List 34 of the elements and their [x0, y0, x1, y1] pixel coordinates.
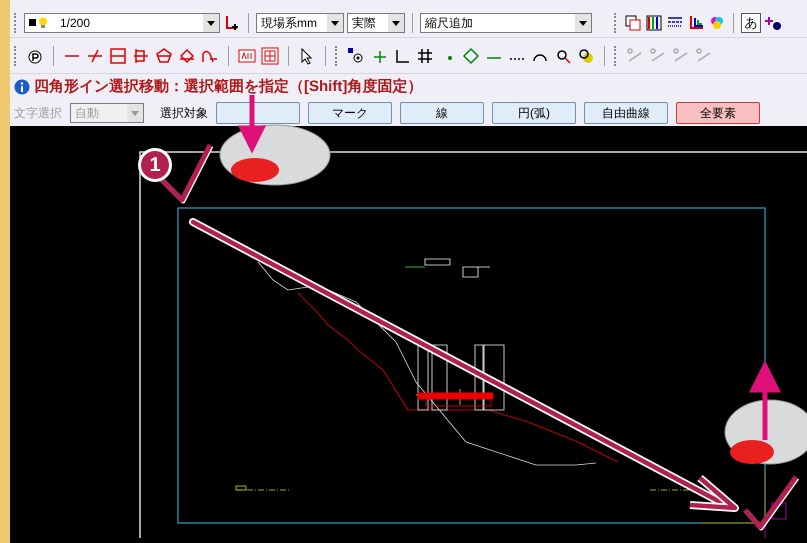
layer-arrows-icon[interactable]: [687, 14, 705, 32]
filter-button[interactable]: 円(弧): [492, 102, 576, 124]
mouse-click-icon: [220, 92, 330, 186]
check-mark-icon: [743, 476, 798, 530]
snap-diamond-icon[interactable]: [462, 46, 480, 64]
center-line: [236, 486, 292, 490]
mouse-drag-icon: [724, 360, 807, 464]
snap-circle-icon[interactable]: [347, 46, 365, 64]
dropdown-field[interactable]: 現場系mm: [256, 12, 344, 32]
dropdown-field[interactable]: 縮尺追加: [420, 12, 592, 32]
status-message: 四角形イン選択移動：選択範囲を指定（[Shift]角度固定）: [34, 76, 422, 97]
text-button[interactable]: あ: [741, 12, 761, 32]
target-label: 選択対象: [160, 105, 208, 122]
filter-button[interactable]: 線: [400, 102, 484, 124]
dropdown-field[interactable]: 実際: [347, 12, 405, 32]
filter-button[interactable]: マーク: [308, 102, 392, 124]
filter-button[interactable]: 自由曲線: [584, 102, 668, 124]
bracket-line-icon[interactable]: [132, 46, 150, 64]
text-select-label: 文字選択: [14, 105, 62, 122]
layer-select-icon[interactable]: [261, 46, 279, 64]
all-select-icon[interactable]: [238, 46, 256, 64]
light-bulb-icon: [38, 16, 48, 28]
layers-icon[interactable]: [624, 14, 642, 32]
drawing-canvas[interactable]: [10, 126, 807, 543]
check-mark-icon: [158, 144, 212, 202]
filter-button[interactable]: 全要素: [676, 102, 760, 124]
color-bars-icon[interactable]: [645, 14, 663, 32]
dropdown-field[interactable]: 1/200: [24, 12, 220, 32]
grid-icon[interactable]: [416, 46, 434, 64]
layer-add-icon[interactable]: [223, 14, 241, 32]
pentagon-icon[interactable]: [155, 46, 173, 64]
info-icon: [14, 79, 30, 95]
filter-button[interactable]: [216, 102, 300, 124]
color-swatch-icon: [29, 19, 36, 26]
